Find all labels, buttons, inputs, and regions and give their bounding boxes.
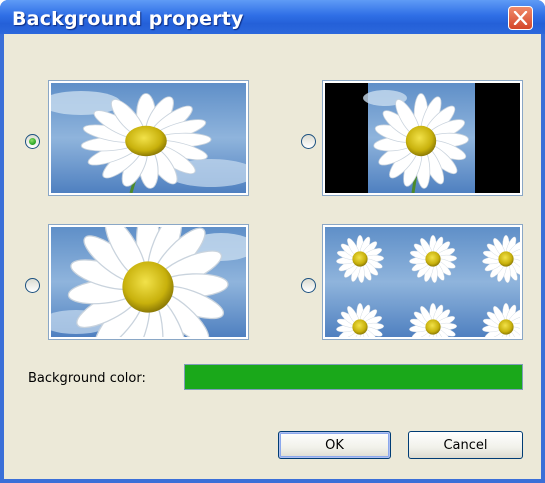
background-color-swatch[interactable] bbox=[184, 364, 523, 390]
dialog-title: Background property bbox=[12, 8, 244, 30]
thumbnail-center[interactable] bbox=[322, 80, 523, 196]
close-icon[interactable] bbox=[508, 6, 533, 30]
radio-stretch[interactable] bbox=[25, 134, 40, 149]
daisy-thumbnail-center-icon bbox=[325, 83, 520, 193]
radio-zoom[interactable] bbox=[25, 278, 40, 293]
cancel-button[interactable]: Cancel bbox=[408, 431, 523, 459]
radio-tile[interactable] bbox=[301, 278, 316, 293]
radio-center[interactable] bbox=[301, 134, 316, 149]
daisy-thumbnail-zoom-icon bbox=[51, 227, 246, 337]
ok-button[interactable]: OK bbox=[278, 431, 391, 459]
background-color-label: Background color: bbox=[28, 371, 146, 386]
thumbnail-zoom[interactable] bbox=[48, 224, 249, 340]
thumbnail-stretch[interactable] bbox=[48, 80, 249, 196]
dialog-window: Background property Background color: OK… bbox=[0, 0, 545, 483]
radio-selected-dot bbox=[29, 138, 36, 145]
daisy-thumbnail-tile-icon bbox=[325, 227, 520, 337]
daisy-thumbnail-stretch-icon bbox=[51, 83, 246, 193]
dialog-body: Background color: OK Cancel bbox=[4, 34, 541, 479]
title-bar[interactable]: Background property bbox=[0, 0, 545, 34]
thumbnail-tile[interactable] bbox=[322, 224, 523, 340]
